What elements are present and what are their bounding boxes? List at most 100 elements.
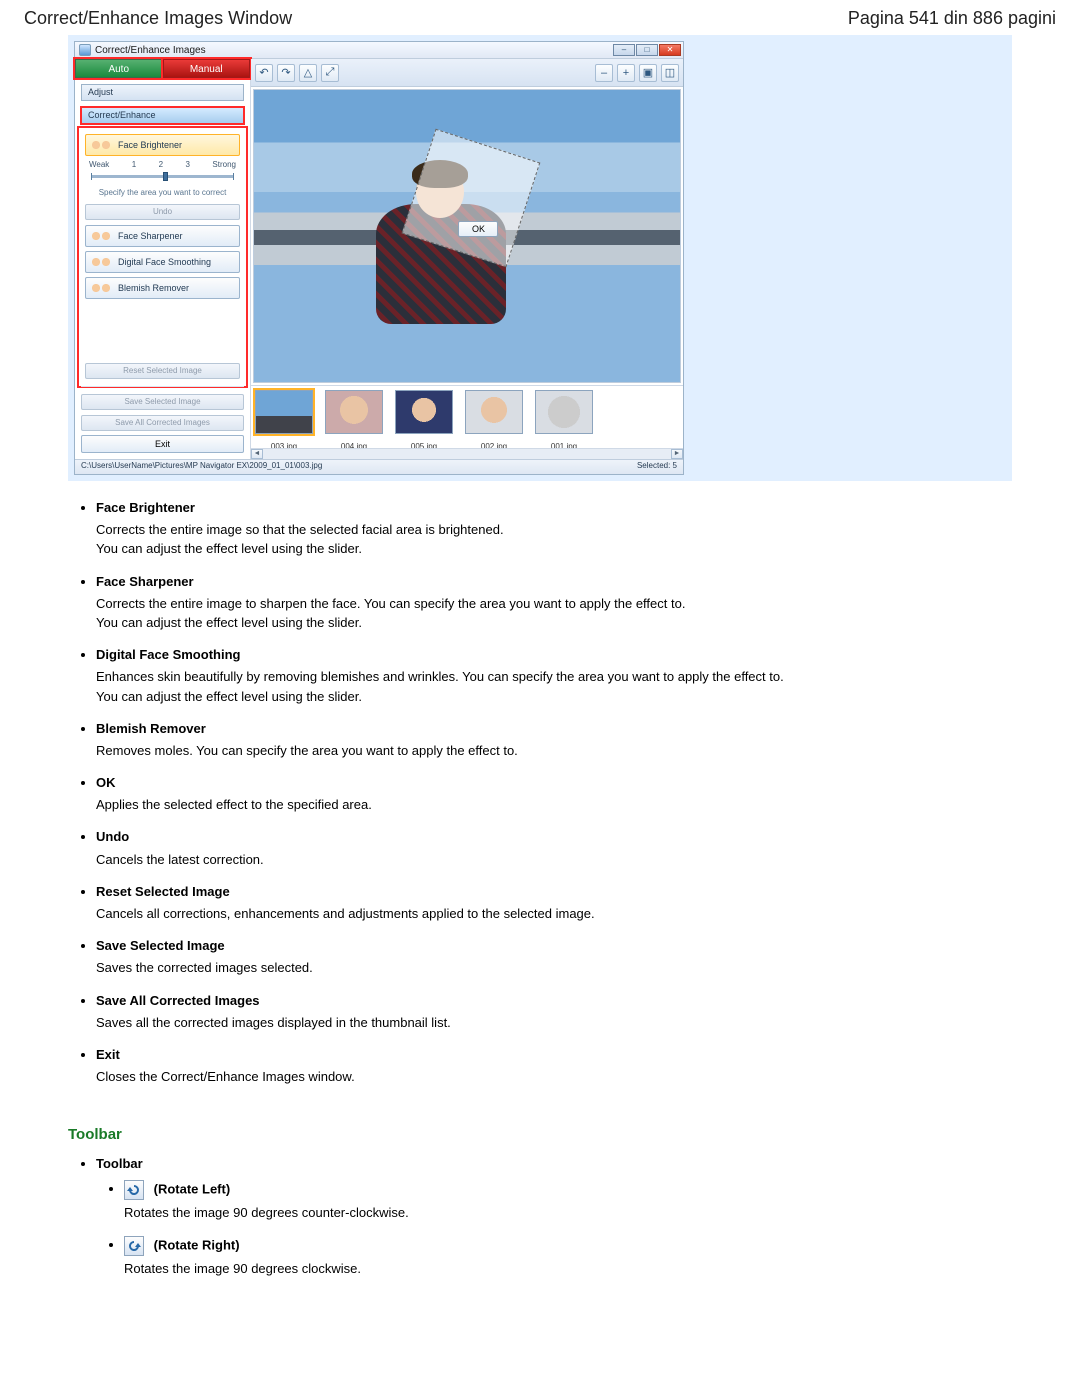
status-selected-count: Selected: 5 (637, 461, 677, 473)
bullet-blemish-remover: Blemish Remover Removes moles. You can s… (96, 720, 1012, 760)
bullet-text: You can adjust the effect level using th… (96, 540, 1012, 558)
bullet-rotate-left: (Rotate Left) Rotates the image 90 degre… (124, 1180, 1012, 1222)
trim-icon[interactable]: ⤢ (321, 64, 339, 82)
thumbnail[interactable]: 004.jpg (325, 390, 383, 451)
bullet-text: You can adjust the effect level using th… (96, 614, 1012, 632)
compare-icon[interactable]: ◫ (661, 64, 679, 82)
bullet-title: Toolbar (96, 1155, 1012, 1173)
toolbar-item-desc: Rotates the image 90 degrees clockwise. (124, 1260, 1012, 1278)
bullet-toolbar-group: Toolbar (Rotate Left) Rotates the image … (96, 1155, 1012, 1278)
face-brightener-button[interactable]: Face Brightener (85, 134, 240, 156)
effect-slider[interactable] (91, 175, 234, 178)
page-number: Pagina 541 din 886 pagini (848, 8, 1056, 29)
section-heading-toolbar: Toolbar (68, 1126, 1012, 1143)
bullet-digital-face-smoothing: Digital Face Smoothing Enhances skin bea… (96, 646, 1012, 706)
bullet-undo: Undo Cancels the latest correction. (96, 828, 1012, 868)
bullet-text: Enhances skin beautifully by removing bl… (96, 668, 1012, 686)
bullet-rotate-right: (Rotate Right) Rotates the image 90 degr… (124, 1236, 1012, 1278)
bullet-text: You can adjust the effect level using th… (96, 688, 1012, 706)
zoom-in-icon[interactable]: + (617, 64, 635, 82)
blemish-remover-button[interactable]: Blemish Remover (85, 277, 240, 299)
app-icon (79, 44, 91, 56)
zoom-out-icon[interactable]: – (595, 64, 613, 82)
bullet-text: Cancels the latest correction. (96, 851, 1012, 869)
fit-window-icon[interactable]: ▣ (639, 64, 657, 82)
subtab-adjust[interactable]: Adjust (81, 84, 244, 101)
slider-tick-1: 1 (132, 160, 136, 169)
close-button[interactable]: ✕ (659, 44, 681, 56)
effect-slider-labels: Weak 1 2 3 Strong (85, 160, 240, 169)
bullet-title: Save All Corrected Images (96, 992, 1012, 1010)
thumbnail[interactable]: 002.jpg (465, 390, 523, 451)
ok-button[interactable]: OK (458, 221, 498, 237)
rotate-right-icon[interactable]: ↷ (277, 64, 295, 82)
doc-body: Face Brightener Corrects the entire imag… (68, 499, 1012, 1086)
bullet-save-all: Save All Corrected Images Saves all the … (96, 992, 1012, 1032)
tab-manual[interactable]: Manual (163, 59, 251, 78)
tool-label: Blemish Remover (118, 283, 189, 293)
window-title: Correct/Enhance Images (95, 45, 206, 56)
mode-tabs: Auto Manual (75, 59, 250, 78)
face-icon (90, 138, 112, 152)
bullet-save-selected: Save Selected Image Saves the corrected … (96, 937, 1012, 977)
bullet-text: Saves the corrected images selected. (96, 959, 1012, 977)
bullet-title: Face Sharpener (96, 573, 1012, 591)
save-selected-image-button[interactable]: Save Selected Image (81, 394, 244, 410)
digital-face-smoothing-button[interactable]: Digital Face Smoothing (85, 251, 240, 273)
screenshot-figure: Correct/Enhance Images – □ ✕ Auto Manual… (68, 35, 1012, 481)
bullet-title: Undo (96, 828, 1012, 846)
undo-button-panel[interactable]: Undo (85, 204, 240, 220)
tool-label: Face Sharpener (118, 231, 183, 241)
scroll-right-icon[interactable]: ► (671, 449, 683, 459)
scroll-left-icon[interactable]: ◄ (251, 449, 263, 459)
title-bar: Correct/Enhance Images – □ ✕ (75, 42, 683, 59)
horizontal-scrollbar[interactable]: ◄ ► (251, 448, 683, 459)
slider-weak-label: Weak (89, 160, 109, 169)
invert-icon[interactable]: △ (299, 64, 317, 82)
thumbnail[interactable]: 005.jpg (395, 390, 453, 451)
rotate-left-icon[interactable]: ↶ (255, 64, 273, 82)
bullet-text: Cancels all corrections, enhancements an… (96, 905, 1012, 923)
image-toolbar: ↶ ↷ △ ⤢ – + ▣ ◫ (251, 59, 683, 87)
status-path: C:\Users\UserName\Pictures\MP Navigator … (81, 461, 322, 473)
bullet-text: Corrects the entire image so that the se… (96, 521, 1012, 539)
app-window: Correct/Enhance Images – □ ✕ Auto Manual… (74, 41, 684, 475)
bullet-title: Blemish Remover (96, 720, 1012, 738)
tool-label: Digital Face Smoothing (118, 257, 211, 267)
bullet-exit: Exit Closes the Correct/Enhance Images w… (96, 1046, 1012, 1086)
thumbnail[interactable]: 003.jpg (255, 390, 313, 451)
thumbnail-strip: 003.jpg 004.jpg 005.jpg 002.jpg (251, 385, 683, 459)
face-icon (90, 281, 112, 295)
bullet-title: Reset Selected Image (96, 883, 1012, 901)
bullet-title: Exit (96, 1046, 1012, 1064)
bullet-title: OK (96, 774, 1012, 792)
thumbnail[interactable]: 001.jpg (535, 390, 593, 451)
status-bar: C:\Users\UserName\Pictures\MP Navigator … (75, 459, 683, 474)
reset-selected-image-button[interactable]: Reset Selected Image (85, 363, 240, 379)
bullet-title: Save Selected Image (96, 937, 1012, 955)
image-preview[interactable]: OK (253, 89, 681, 383)
bullet-text: Removes moles. You can specify the area … (96, 742, 1012, 760)
bullet-face-sharpener: Face Sharpener Corrects the entire image… (96, 573, 1012, 633)
face-sharpener-button[interactable]: Face Sharpener (85, 225, 240, 247)
bullet-title: Digital Face Smoothing (96, 646, 1012, 664)
hint-text: Specify the area you want to correct (85, 186, 240, 199)
toolbar-item-label: (Rotate Right) (154, 1237, 240, 1252)
bullet-text: Applies the selected effect to the speci… (96, 796, 1012, 814)
toolbar-item-desc: Rotates the image 90 degrees counter-clo… (124, 1204, 1012, 1222)
bullet-text: Corrects the entire image to sharpen the… (96, 595, 1012, 613)
minimize-button[interactable]: – (613, 44, 635, 56)
maximize-button[interactable]: □ (636, 44, 658, 56)
slider-strong-label: Strong (212, 160, 236, 169)
bullet-reset: Reset Selected Image Cancels all correct… (96, 883, 1012, 923)
right-panel: ↶ ↷ △ ⤢ – + ▣ ◫ OK (251, 59, 683, 459)
bullet-text: Closes the Correct/Enhance Images window… (96, 1068, 1012, 1086)
exit-button[interactable]: Exit (81, 435, 244, 453)
tab-auto[interactable]: Auto (75, 59, 163, 78)
page-title: Correct/Enhance Images Window (24, 8, 292, 29)
rotate-right-icon (124, 1236, 144, 1256)
bullet-text: Saves all the corrected images displayed… (96, 1014, 1012, 1032)
save-all-corrected-images-button[interactable]: Save All Corrected Images (81, 415, 244, 431)
slider-tick-2: 2 (159, 160, 163, 169)
subtab-correct-enhance[interactable]: Correct/Enhance (81, 107, 244, 124)
